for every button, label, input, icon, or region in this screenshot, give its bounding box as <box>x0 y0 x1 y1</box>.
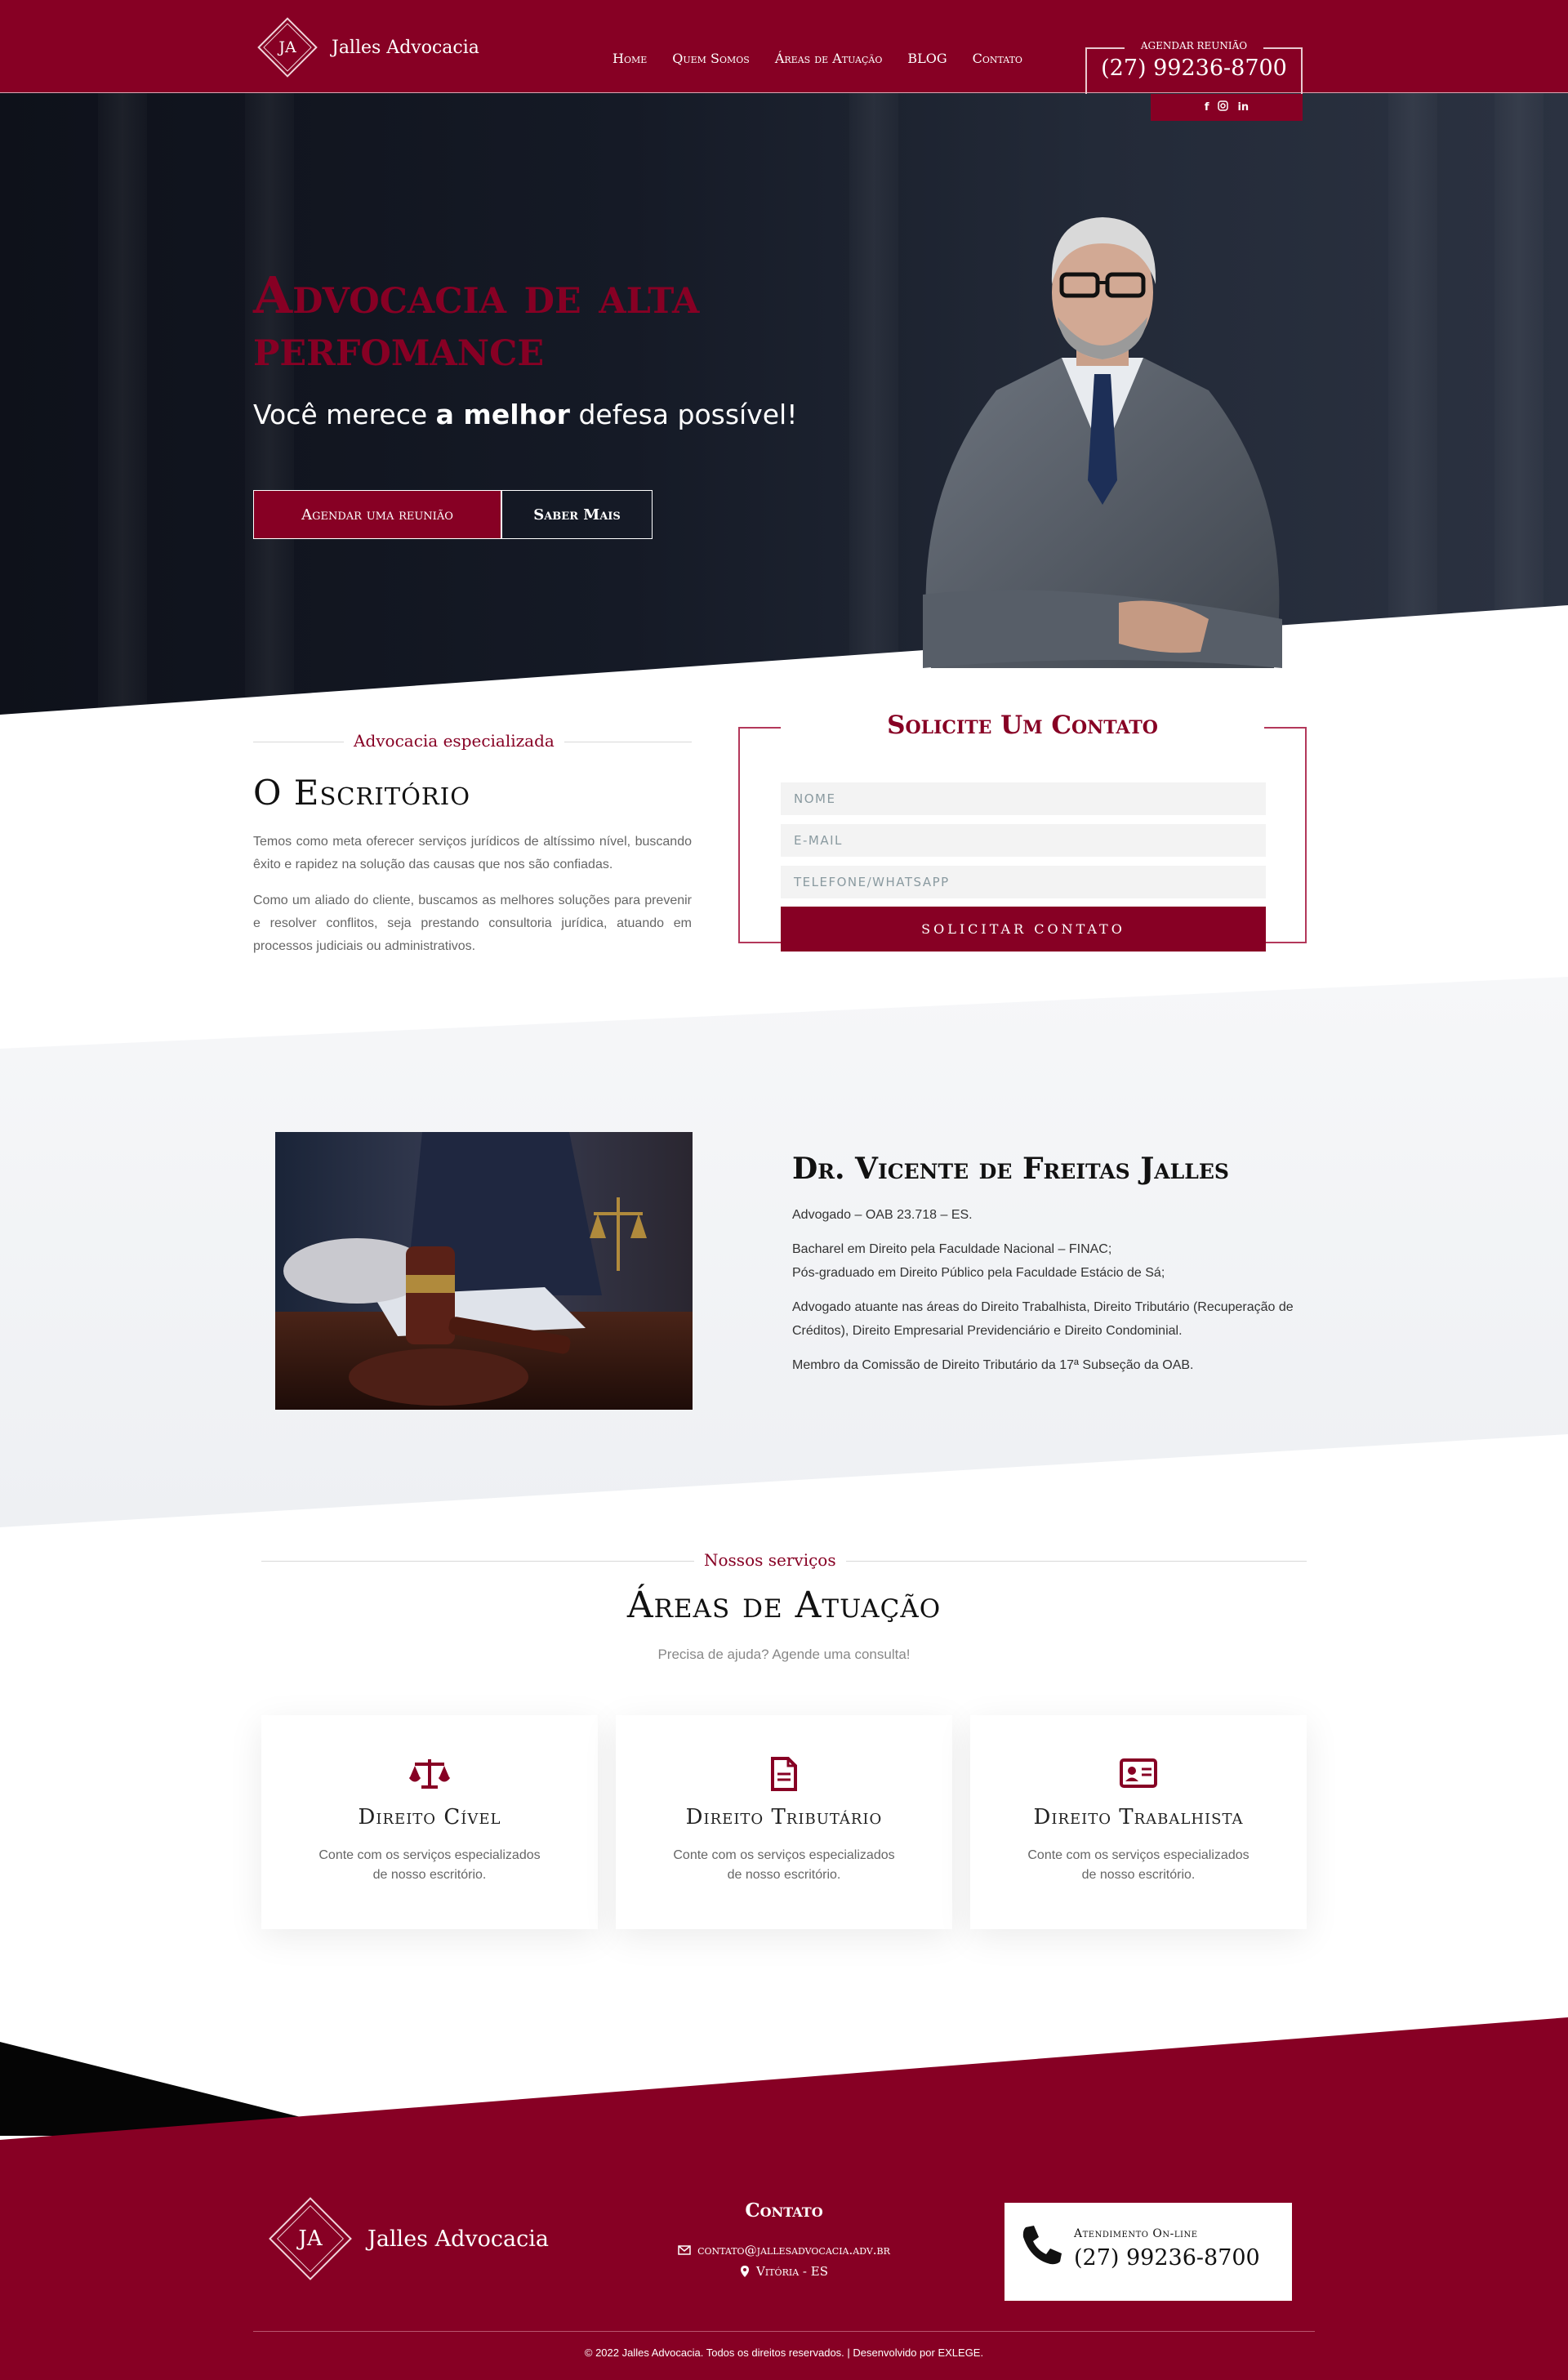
service-card-civel[interactable]: Direito Cível Conte com os serviços espe… <box>261 1715 598 1929</box>
learn-more-button[interactable]: Saber Mais <box>501 490 653 539</box>
service-card-tributario[interactable]: Direito Tributário Conte com os serviços… <box>616 1715 952 1929</box>
form-title: Solicite Um Contato <box>781 711 1264 740</box>
linkedin-icon[interactable]: in <box>1237 101 1249 114</box>
id-card-icon <box>970 1756 1307 1792</box>
online-support-box[interactable]: Atendimento On-line (27) 99236-8700 <box>1004 2203 1292 2301</box>
lawyer-portrait <box>923 217 1282 668</box>
logo-text: Jalles Advocacia <box>368 2226 549 2252</box>
footer-email[interactable]: contato@jallesadvocacia.adv.br <box>572 2243 996 2257</box>
lawyer-membership: Membro da Comissão de Direito Tributário… <box>792 1358 1194 1372</box>
office-paragraph-2: Como um aliado do cliente, buscamos as m… <box>253 894 692 953</box>
map-pin-icon <box>741 2266 750 2277</box>
office-paragraph-1: Temos como meta oferecer serviços jurídi… <box>253 835 692 871</box>
background-column <box>849 93 898 714</box>
lawyer-areas: Advogado atuante nas áreas do Direito Tr… <box>792 1300 1294 1338</box>
office-eyebrow: Advocacia especializada <box>344 731 564 751</box>
logo-initials: JA <box>298 2226 323 2251</box>
office-title: O Escritório <box>253 773 470 813</box>
facebook-icon[interactable]: f <box>1205 101 1209 114</box>
envelope-icon <box>678 2245 691 2255</box>
phone-field[interactable]: TELEFONE/WHATSAPP <box>781 866 1266 898</box>
nav-quem-somos[interactable]: Quem Somos <box>672 51 750 66</box>
service-text: Conte com os serviços especializados de … <box>1027 1848 1250 1882</box>
logo-text: Jalles Advocacia <box>332 37 479 58</box>
social-bar: f in <box>1151 94 1303 121</box>
service-text: Conte com os serviços especializados de … <box>673 1848 895 1882</box>
service-card-trabalhista[interactable]: Direito Trabalhista Conte com os serviço… <box>970 1715 1307 1929</box>
site-footer <box>0 2017 1568 2380</box>
lawyer-section-background <box>0 977 1568 1527</box>
service-title: Direito Cível <box>358 1805 501 1830</box>
lawyer-name: Dr. Vicente de Freitas Jalles <box>792 1152 1229 1186</box>
site-header: JA Jalles Advocacia Home Quem Somos Área… <box>0 0 1568 94</box>
logo-mark: JA <box>265 2193 356 2284</box>
copyright: © 2022 Jalles Advocacia. Todos os direit… <box>584 2347 984 2359</box>
hero-subtitle: Você merece a melhor defesa possível! <box>253 399 798 430</box>
header-logo[interactable]: JA Jalles Advocacia <box>255 15 479 80</box>
nav-home[interactable]: Home <box>612 51 647 66</box>
name-field[interactable]: NOME <box>781 782 1266 815</box>
contact-form: Solicite Um Contato NOME E-MAIL TELEFONE… <box>738 711 1307 952</box>
background-column <box>98 93 147 714</box>
nav-areas[interactable]: Áreas de Atuação <box>775 51 883 66</box>
email-field[interactable]: E-MAIL <box>781 824 1266 857</box>
logo-mark: JA <box>255 15 320 80</box>
phone-icon <box>1022 2226 1062 2265</box>
services-title: Áreas de Atuação <box>626 1584 942 1626</box>
online-phone: (27) 99236-8700 <box>1074 2245 1260 2271</box>
instagram-icon[interactable] <box>1218 100 1229 114</box>
online-label: Atendimento On-line <box>1074 2227 1198 2240</box>
scales-icon <box>261 1756 598 1792</box>
services-subtitle: Precisa de ajuda? Agende uma consulta! <box>657 1647 911 1662</box>
hero-title: Advocacia de alta perfomance <box>253 265 700 377</box>
request-contact-button[interactable]: SOLICITAR CONTATO <box>781 907 1266 952</box>
lawyer-education-1: Bacharel em Direito pela Faculdade Nacio… <box>792 1242 1112 1256</box>
footer-contact-title: Contato <box>745 2199 823 2222</box>
nav-contato[interactable]: Contato <box>973 51 1022 66</box>
logo-initials: JA <box>278 38 296 56</box>
document-icon <box>616 1756 952 1792</box>
gavel-photo <box>275 1132 693 1410</box>
service-title: Direito Trabalhista <box>1033 1805 1244 1830</box>
schedule-label: Agendar reunião <box>1125 40 1263 51</box>
footer-divider <box>253 2331 1315 2332</box>
footer-logo[interactable]: JA Jalles Advocacia <box>265 2193 549 2284</box>
lawyer-oab: Advogado – OAB 23.718 – ES. <box>792 1208 973 1222</box>
header-phone: (27) 99236-8700 <box>1101 56 1287 81</box>
services-eyebrow: Nossos serviços <box>694 1550 846 1570</box>
main-nav: Home Quem Somos Áreas de Atuação BLOG Co… <box>612 51 1022 66</box>
header-phone-box[interactable]: Agendar reunião (27) 99236-8700 <box>1085 40 1303 94</box>
service-text: Conte com os serviços especializados de … <box>318 1848 541 1882</box>
schedule-meeting-button[interactable]: Agendar uma reunião <box>253 490 501 539</box>
background-column <box>1494 93 1544 714</box>
lawyer-education-2: Pós-graduado em Direito Público pela Fac… <box>792 1266 1165 1280</box>
background-column <box>1388 93 1437 714</box>
footer-location: Vitória - ES <box>572 2264 996 2279</box>
nav-blog[interactable]: BLOG <box>907 51 947 66</box>
service-title: Direito Tributário <box>685 1805 883 1830</box>
